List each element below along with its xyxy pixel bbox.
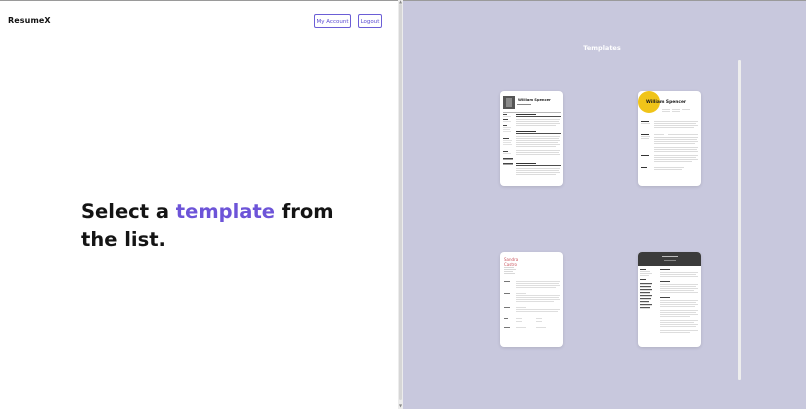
template-3-name: Sandra Castro xyxy=(504,257,518,267)
template-4-preview xyxy=(638,252,701,333)
logout-button[interactable]: Logout xyxy=(358,14,382,28)
template-card-4[interactable] xyxy=(638,252,701,347)
template-2-name: William Spencer xyxy=(646,100,687,105)
templates-title: Templates xyxy=(583,44,621,52)
template-card-3[interactable]: Sandra Castro xyxy=(500,252,563,347)
main-panel: ResumeX My Account Logout Select a templ… xyxy=(0,1,398,409)
hero-heading: Select a template from the list. xyxy=(81,198,341,254)
template-3-last-name: Castro xyxy=(504,262,517,267)
hero-suffix: from xyxy=(275,200,334,223)
my-account-button[interactable]: My Account xyxy=(314,14,351,28)
template-2-preview xyxy=(638,91,698,170)
app-logo[interactable]: ResumeX xyxy=(8,16,51,25)
hero-prefix: Select a xyxy=(81,200,176,223)
templates-panel: Templates William Spencer William Spence… xyxy=(403,1,806,409)
hero-line2: the list. xyxy=(81,228,166,251)
template-1-preview xyxy=(503,96,561,175)
template-card-1[interactable]: William Spencer xyxy=(500,91,563,186)
left-scrollbar-thumb[interactable] xyxy=(399,4,402,400)
hero-accent-word: template xyxy=(175,200,276,223)
template-1-name: William Spencer xyxy=(518,98,551,102)
templates-scrollbar[interactable] xyxy=(738,60,741,380)
template-card-2[interactable]: William Spencer xyxy=(638,91,701,186)
